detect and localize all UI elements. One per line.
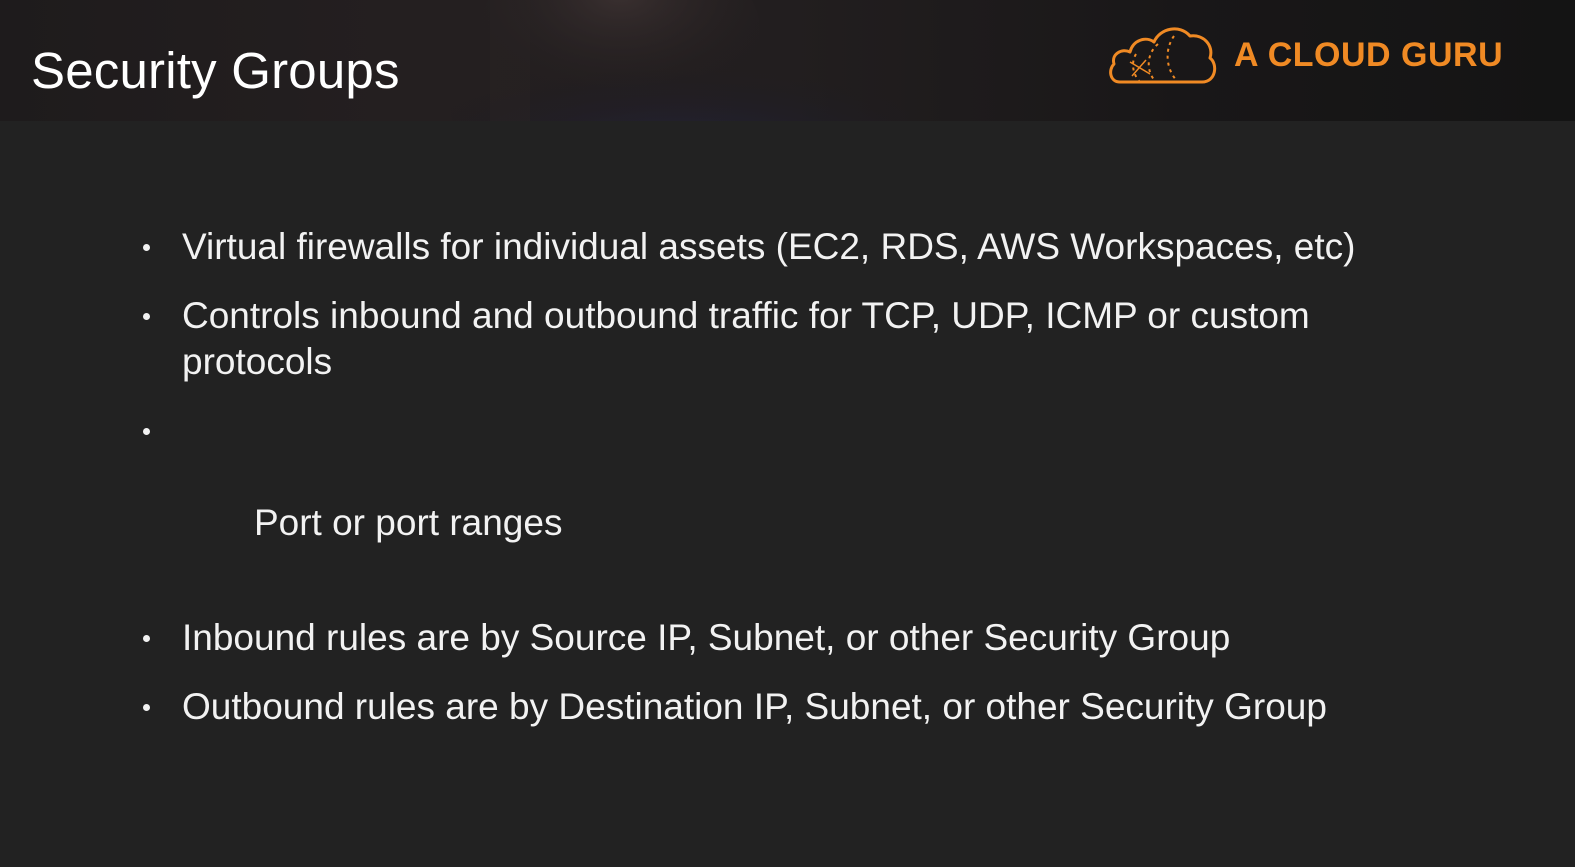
bullet-text: Outbound rules are by Destination IP, Su… [182,686,1327,727]
bullet-icon [143,428,150,435]
bullet-text: Port or port ranges [243,502,563,543]
list-item: Inbound rules are by Source IP, Subnet, … [140,615,1440,661]
bullet-icon [143,244,150,251]
bullet-text: Inbound rules are by Source IP, Subnet, … [182,617,1231,658]
bullet-list: Virtual firewalls for individual assets … [140,224,1440,753]
brand-logo: A CLOUD GURU [1106,22,1503,88]
bullet-icon [143,635,150,642]
brand-name: A CLOUD GURU [1234,35,1504,74]
list-item: Outbound rules are by Destination IP, Su… [140,684,1440,730]
list-item: Port or port ranges [140,408,1440,592]
bullet-text: Controls inbound and outbound traffic fo… [182,295,1310,382]
page-title: Security Groups [31,42,400,99]
cloud-icon [1109,27,1217,84]
slide-header: Security Groups A CLOUD GURU [0,0,1575,121]
list-item: Controls inbound and outbound traffic fo… [140,293,1440,385]
slide-body: Virtual firewalls for individual assets … [0,121,1575,867]
list-item: Virtual firewalls for individual assets … [140,224,1440,270]
bullet-icon [143,313,150,320]
bullet-icon [143,704,150,711]
bullet-text: Virtual firewalls for individual assets … [182,226,1356,267]
